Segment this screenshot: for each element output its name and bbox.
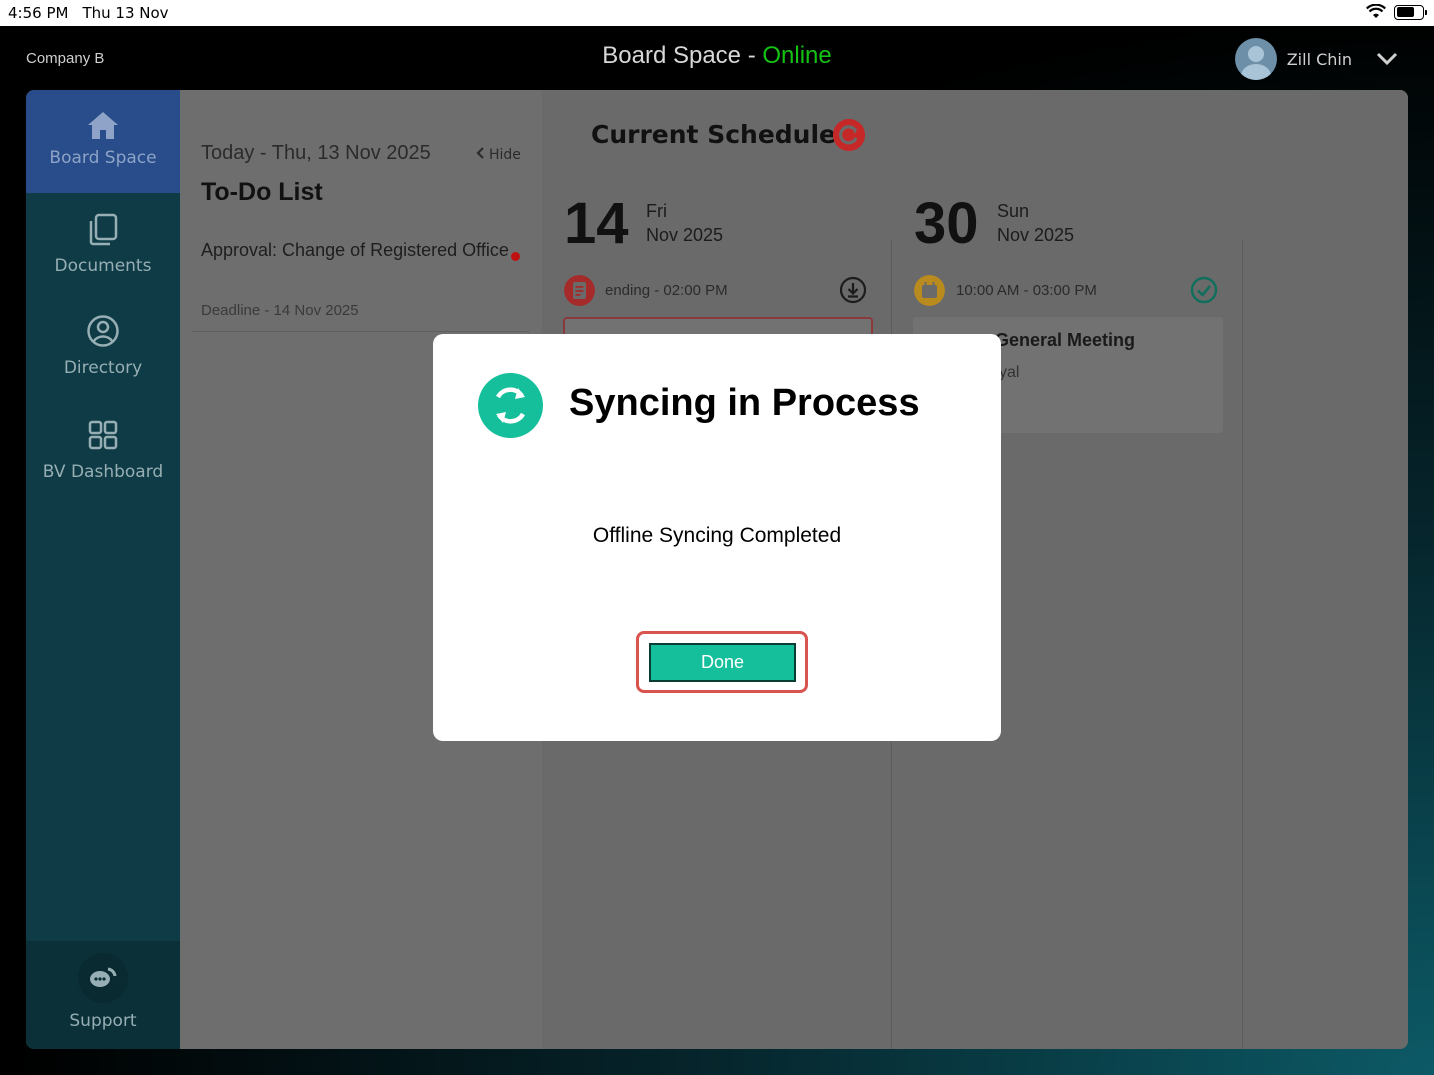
todo-item-deadline: Deadline - 14 Nov 2025 bbox=[201, 302, 359, 319]
weekday: Sun bbox=[997, 201, 1030, 221]
sidebar-item-label: Board Space bbox=[49, 148, 157, 168]
event-time: 10:00 AM - 03:00 PM bbox=[956, 282, 1097, 299]
user-menu[interactable]: Zill Chin bbox=[1234, 38, 1398, 80]
sidebar-item-bv-dashboard[interactable]: BV Dashboard bbox=[26, 418, 180, 482]
battery-icon bbox=[1394, 4, 1427, 20]
divider bbox=[1242, 240, 1243, 1049]
month-year: Nov 2025 bbox=[997, 225, 1075, 245]
day-number: 30 bbox=[914, 191, 979, 256]
unread-dot bbox=[511, 252, 520, 261]
sync-modal: Syncing in Process Offline Syncing Compl… bbox=[433, 334, 1001, 741]
user-circle-icon bbox=[87, 315, 119, 347]
refresh-icon[interactable] bbox=[833, 119, 865, 151]
modal-message: Offline Syncing Completed bbox=[592, 524, 842, 547]
sidebar: Board Space Documents Directory BV Dashb… bbox=[26, 90, 180, 1049]
hide-button[interactable]: Hide bbox=[476, 147, 521, 163]
month-year: Nov 2025 bbox=[646, 225, 724, 245]
today-date: Today - Thu, 13 Nov 2025 bbox=[201, 142, 431, 164]
chat-icon bbox=[78, 953, 128, 1003]
hide-label: Hide bbox=[489, 147, 521, 163]
modal-title: Syncing in Process bbox=[569, 382, 920, 424]
home-icon bbox=[88, 112, 118, 139]
download-icon[interactable] bbox=[839, 276, 867, 304]
check-circle-icon bbox=[1190, 276, 1218, 304]
sidebar-item-label: BV Dashboard bbox=[42, 462, 164, 482]
sidebar-item-board-space[interactable]: Board Space bbox=[26, 90, 180, 193]
date: Thu 13 Nov bbox=[82, 4, 169, 22]
weekday: Fri bbox=[646, 201, 667, 221]
todo-item-title[interactable]: Approval: Change of Registered Office bbox=[201, 238, 521, 263]
divider bbox=[192, 331, 530, 332]
event-title: General Meeting bbox=[995, 330, 1136, 350]
avatar bbox=[1234, 38, 1277, 80]
user-name: Zill Chin bbox=[1286, 49, 1352, 69]
clock: 4:56 PM bbox=[8, 4, 69, 22]
sidebar-item-documents[interactable]: Documents bbox=[26, 212, 180, 276]
app-title: Board Space - Online bbox=[0, 42, 1434, 70]
calendar-icon bbox=[914, 275, 945, 306]
support-button[interactable]: Support bbox=[26, 941, 180, 1049]
done-button[interactable]: Done bbox=[649, 643, 796, 682]
status-bar: 4:56 PM Thu 13 Nov bbox=[0, 0, 1434, 26]
wifi-icon bbox=[1366, 4, 1386, 18]
chevron-left-icon bbox=[476, 147, 484, 159]
sidebar-item-label: Documents bbox=[54, 256, 152, 276]
support-label: Support bbox=[69, 1011, 137, 1031]
todo-title: To-Do List bbox=[201, 178, 323, 206]
grid-icon bbox=[88, 420, 118, 450]
event-time: ending - 02:00 PM bbox=[605, 282, 728, 299]
chevron-down-icon[interactable] bbox=[1376, 52, 1398, 66]
connection-status: Online bbox=[762, 42, 832, 69]
event-venue: yal bbox=[999, 364, 1020, 381]
documents-icon bbox=[89, 213, 118, 246]
sync-icon bbox=[478, 373, 543, 438]
app-header: Company B Board Space - Online Zill Chin bbox=[0, 26, 1434, 90]
day-number: 14 bbox=[564, 191, 629, 256]
schedule-title: Current Schedule bbox=[591, 120, 837, 149]
document-icon bbox=[564, 275, 595, 306]
sidebar-item-label: Directory bbox=[63, 358, 143, 378]
sidebar-item-directory[interactable]: Directory bbox=[26, 314, 180, 378]
app-name: Board Space - bbox=[602, 42, 763, 69]
